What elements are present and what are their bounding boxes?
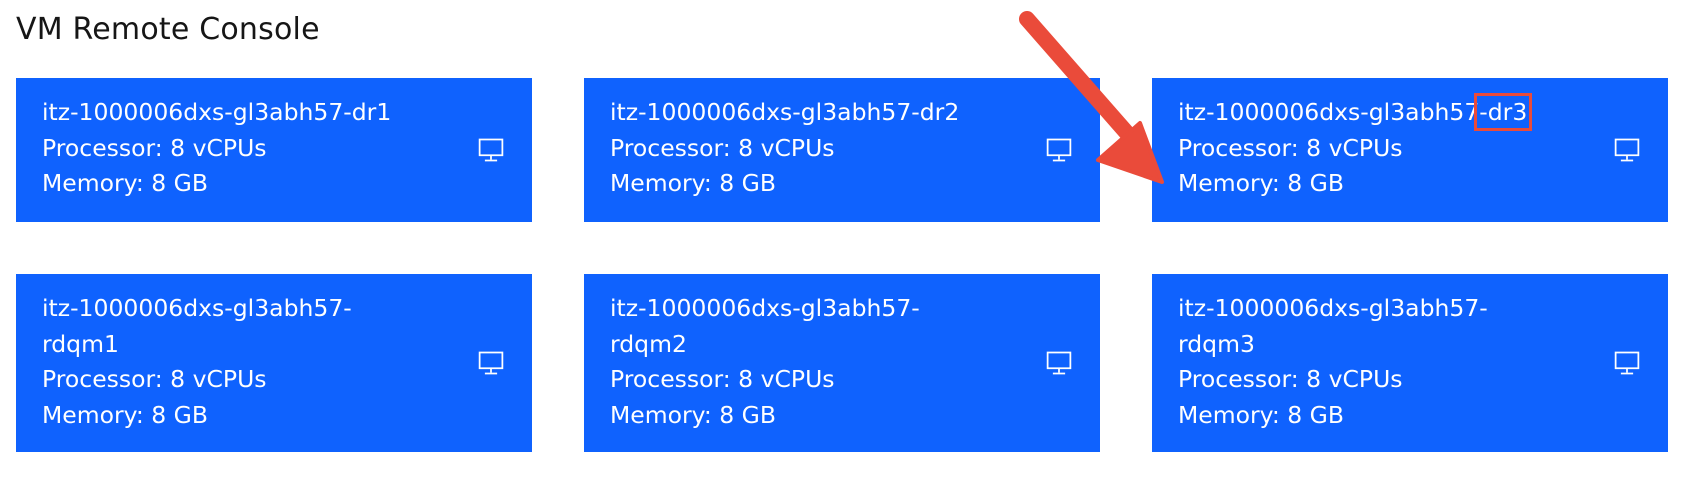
vm-memory: Memory: 8 GB (42, 400, 209, 429)
vm-name: itz-1000006dxs-gl3abh57-dr3 (1178, 93, 1578, 131)
monitor-icon[interactable] (1045, 136, 1073, 164)
vm-name-line1: itz-1000006dxs-gl3abh57- (1178, 294, 1488, 322)
vm-tile-dr1[interactable]: itz-1000006dxs-gl3abh57-dr1 Processor: 8… (16, 78, 532, 222)
vm-memory: Memory: 8 GB (610, 169, 777, 197)
vm-tile-rdqm2[interactable]: itz-1000006dxs-gl3abh57- rdqm2 Processor… (584, 274, 1100, 452)
vm-tile-rdqm1[interactable]: itz-1000006dxs-gl3abh57- rdqm1 Processor… (16, 274, 532, 452)
vm-processor: Processor: 8 vCPUs (610, 365, 835, 393)
monitor-icon[interactable] (1045, 349, 1073, 377)
vm-name-line1: itz-1000006dxs-gl3abh57- (610, 294, 920, 322)
vm-name-line2: rdqm3 (1178, 329, 1255, 358)
page-title: VM Remote Console (16, 12, 320, 47)
vm-name: itz-1000006dxs-gl3abh57-dr2 (610, 98, 960, 126)
vm-name-line1: itz-1000006dxs-gl3abh57- (42, 294, 352, 322)
vm-tile-dr2[interactable]: itz-1000006dxs-gl3abh57-dr2 Processor: 8… (584, 78, 1100, 222)
vm-memory: Memory: 8 GB (1178, 169, 1345, 197)
monitor-icon[interactable] (1613, 136, 1641, 164)
vm-memory: Memory: 8 GB (42, 169, 209, 197)
monitor-icon[interactable] (477, 136, 505, 164)
vm-processor: Processor: 8 vCPUs (42, 133, 267, 162)
vm-tile-rdqm3[interactable]: itz-1000006dxs-gl3abh57- rdqm3 Processor… (1152, 274, 1668, 452)
monitor-icon[interactable] (1613, 349, 1641, 377)
vm-processor: Processor: 8 vCPUs (1178, 365, 1403, 393)
vm-name: itz-1000006dxs-gl3abh57-dr1 (42, 98, 392, 126)
vm-memory: Memory: 8 GB (610, 400, 777, 429)
vm-processor: Processor: 8 vCPUs (610, 133, 835, 162)
vm-tile-dr3[interactable]: itz-1000006dxs-gl3abh57-dr3 Processor: 8… (1152, 78, 1668, 222)
vm-name-prefix: itz-1000006dxs-gl3abh57 (1178, 98, 1480, 126)
vm-memory: Memory: 8 GB (1178, 400, 1345, 429)
vm-name-line2: rdqm1 (42, 329, 119, 358)
highlight-box: -dr3 (1474, 93, 1533, 131)
vm-processor: Processor: 8 vCPUs (1178, 133, 1403, 162)
monitor-icon[interactable] (477, 349, 505, 377)
vm-name-line2: rdqm2 (610, 329, 687, 358)
vm-processor: Processor: 8 vCPUs (42, 365, 267, 393)
